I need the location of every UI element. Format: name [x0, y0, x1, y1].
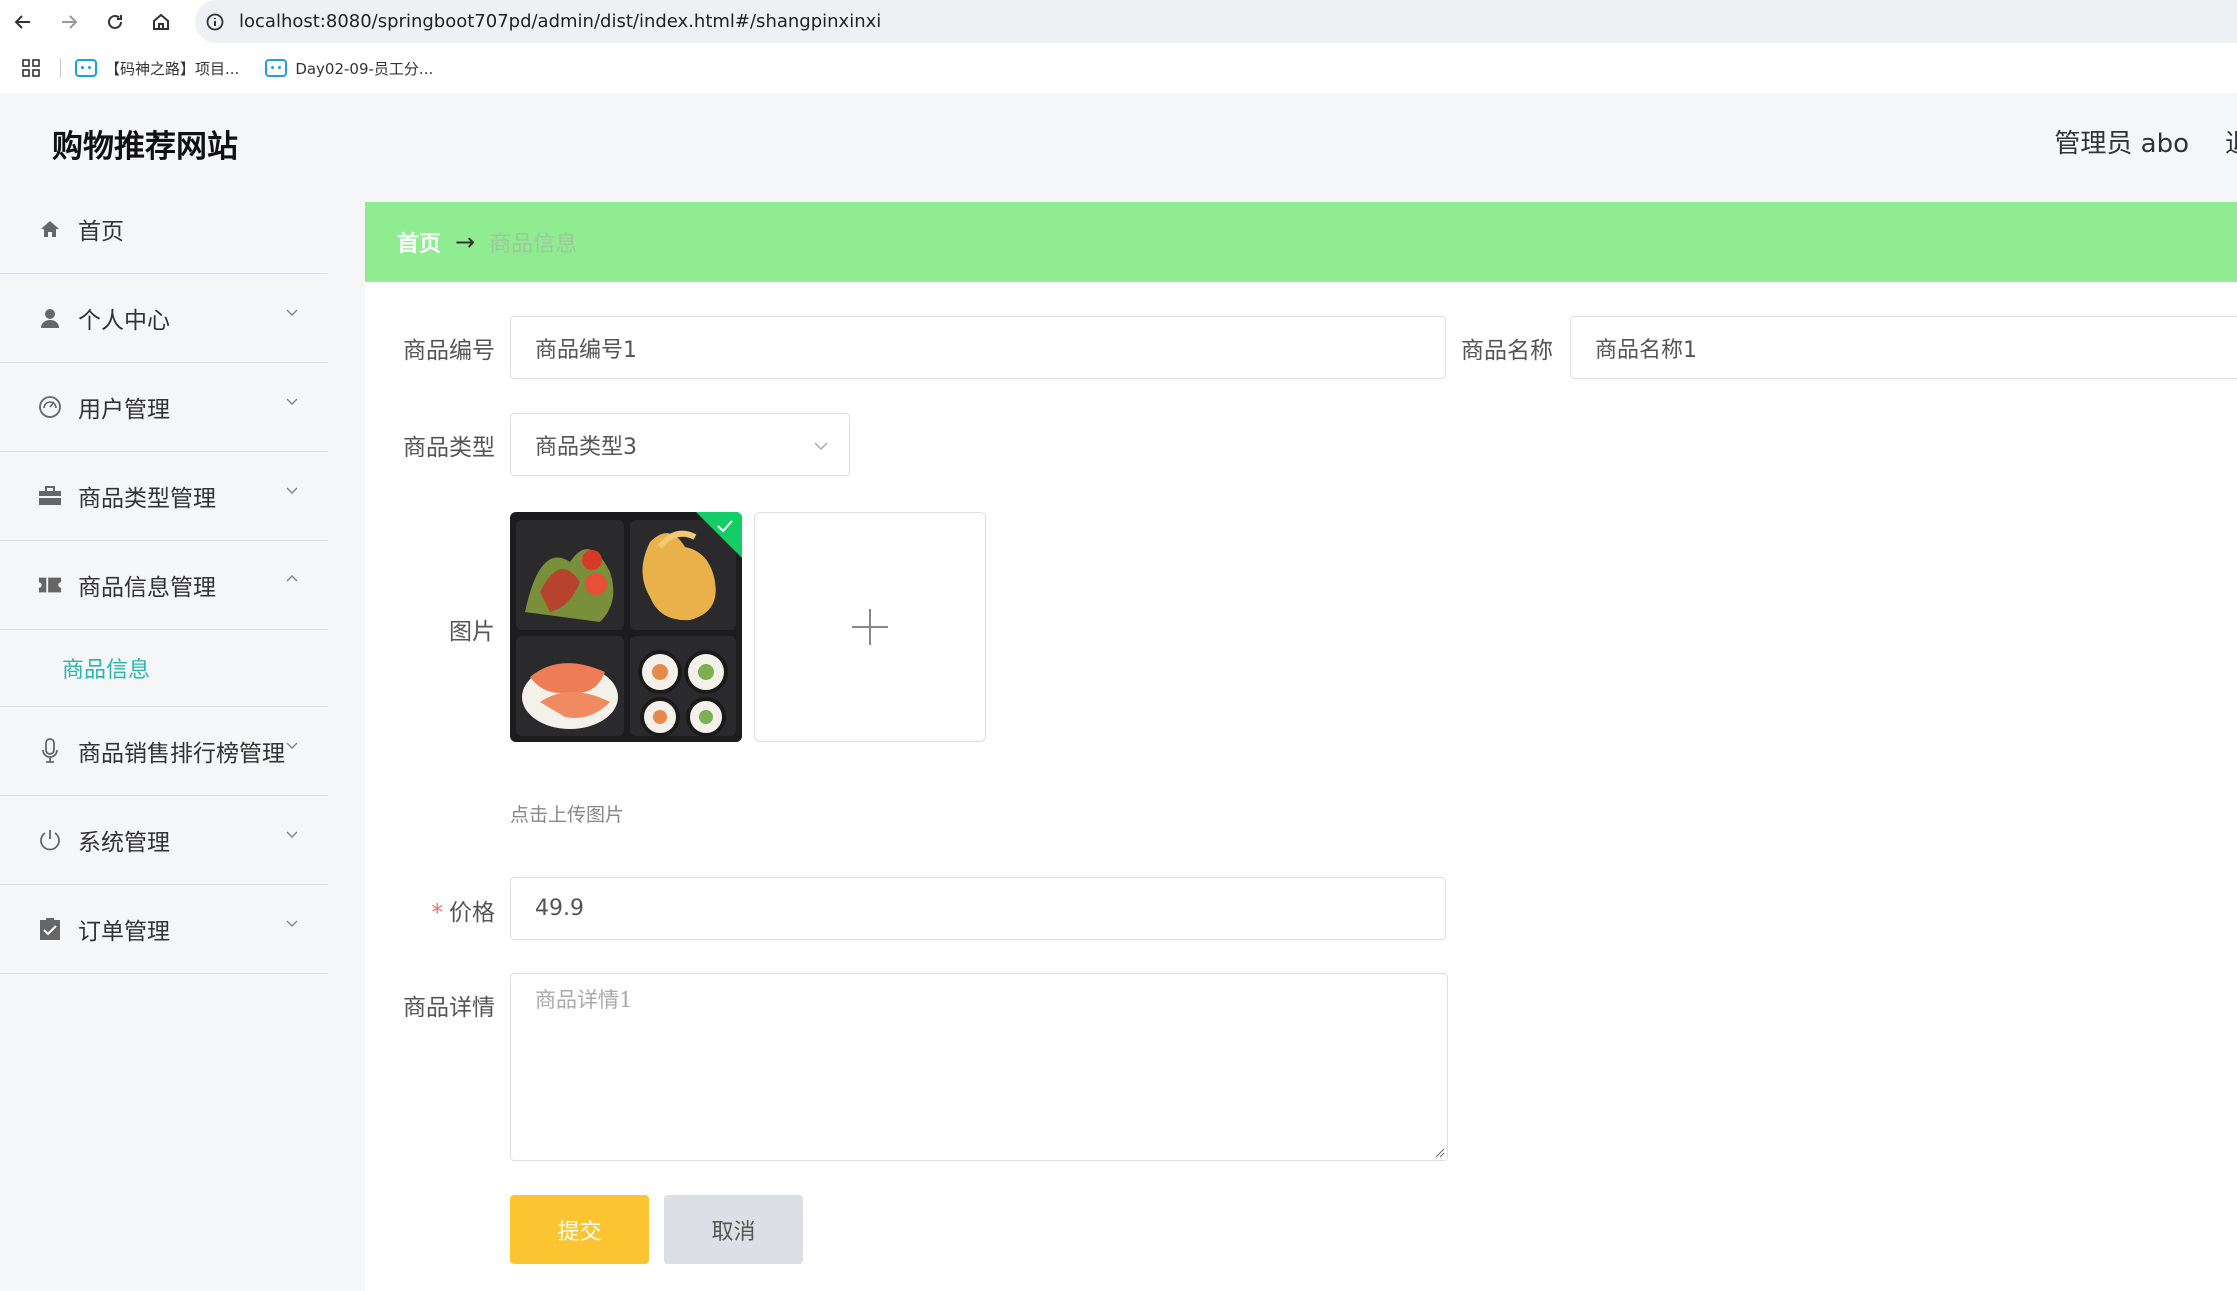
url-text: localhost:8080/springboot707pd/admin/dis… [239, 11, 882, 32]
briefcase-icon [38, 484, 62, 508]
chevron-up-icon [286, 574, 298, 582]
current-user: 管理员 abo [2054, 129, 2189, 159]
sidebar-item-label: 系统管理 [78, 830, 170, 856]
chevron-down-icon [286, 487, 298, 495]
bookmark-label: 【码神之路】项目... [105, 59, 240, 78]
upload-tip: 点击上传图片 [510, 804, 625, 826]
sidebar-item-label: 个人中心 [78, 308, 170, 334]
uploaded-image-thumbnail[interactable] [510, 512, 742, 742]
breadcrumb-arrow: → [455, 228, 476, 256]
submit-button[interactable]: 提交 [510, 1195, 649, 1264]
microphone-icon [38, 738, 62, 763]
sidebar-item-product-info[interactable]: 商品信息管理 [0, 541, 328, 630]
arrow-left-icon [14, 14, 30, 29]
breadcrumb: 首页 → 商品信息 [365, 202, 2237, 282]
back-button[interactable] [0, 0, 46, 43]
user-icon [38, 306, 62, 330]
upload-button[interactable] [754, 512, 986, 742]
sidebar-item-label: 订单管理 [78, 919, 170, 945]
apps-icon[interactable] [22, 59, 40, 77]
product-code-input[interactable]: 商品编号1 [510, 316, 1446, 379]
submenu-item-product-info[interactable]: 商品信息 [0, 630, 328, 707]
home-button[interactable] [138, 0, 184, 43]
price-input[interactable]: 49.9 [510, 877, 1446, 940]
bookmark-label: Day02-09-员工分... [295, 59, 434, 78]
breadcrumb-home[interactable]: 首页 [397, 226, 441, 258]
chevron-down-icon [286, 309, 298, 317]
home-icon [38, 217, 62, 241]
sidebar: 首页 个人中心 用户管理 商品类型管理 商品信息管理 商品信息 商品销售排行榜管… [0, 185, 328, 1291]
bookmark-item[interactable]: 【码神之路】项目... [75, 58, 239, 79]
bookmark-item[interactable]: Day02-09-员工分... [265, 58, 433, 79]
browser-toolbar: localhost:8080/springboot707pd/admin/dis… [0, 0, 2237, 43]
sidebar-item-label: 商品销售排行榜管理 [78, 741, 285, 767]
sidebar-item-users[interactable]: 用户管理 [0, 363, 328, 452]
chevron-down-icon [814, 442, 828, 451]
site-info-icon[interactable] [195, 12, 235, 32]
chevron-down-icon [286, 742, 298, 750]
clipboard-icon [38, 917, 62, 941]
label-image: 图片 [449, 619, 495, 645]
arrow-right-icon [62, 14, 78, 29]
breadcrumb-current: 商品信息 [489, 232, 578, 257]
detail-textarea[interactable]: 商品详情1 [510, 973, 1448, 1161]
app-header: 购物推荐网站 管理员 abo 退 [0, 93, 2237, 185]
sidebar-item-orders[interactable]: 订单管理 [0, 885, 328, 974]
bookmarks-bar: 【码神之路】项目... Day02-09-员工分... [0, 43, 2237, 93]
product-type-value: 商品类型3 [535, 434, 637, 460]
cancel-button[interactable]: 取消 [664, 1195, 803, 1264]
chevron-down-icon [286, 920, 298, 928]
plus-icon [852, 609, 888, 645]
food-bento-image [510, 512, 742, 742]
sidebar-item-home[interactable]: 首页 [0, 185, 328, 274]
power-icon [38, 828, 62, 852]
label-detail: 商品详情 [403, 995, 495, 1021]
logout-link[interactable]: 退 [2225, 123, 2237, 160]
forward-button[interactable] [46, 0, 92, 43]
sidebar-item-label: 首页 [78, 219, 124, 245]
main-panel: 首页 → 商品信息 商品编号 商品编号1 商品名称 商品名称1 商品类型 商品类… [365, 202, 2237, 1291]
bilibili-icon [75, 59, 97, 77]
product-name-input[interactable]: 商品名称1 [1570, 316, 2237, 379]
label-price: * 价格 [403, 893, 496, 927]
resize-handle-icon[interactable] [1435, 1148, 1445, 1158]
bookmarks-divider [60, 58, 61, 78]
site-title: 购物推荐网站 [52, 129, 238, 165]
label-product-type: 商品类型 [403, 435, 495, 461]
label-product-name: 商品名称 [1461, 338, 1553, 364]
address-bar[interactable]: localhost:8080/springboot707pd/admin/dis… [195, 0, 2237, 43]
label-product-code: 商品编号 [403, 338, 495, 364]
gauge-icon [38, 395, 62, 419]
reload-button[interactable] [92, 0, 138, 43]
house-icon [153, 13, 169, 30]
sidebar-item-personal[interactable]: 个人中心 [0, 274, 328, 363]
product-type-select[interactable]: 商品类型3 [510, 413, 850, 476]
label-price-text: 价格 [449, 900, 495, 926]
sidebar-item-product-types[interactable]: 商品类型管理 [0, 452, 328, 541]
chevron-down-icon [286, 831, 298, 839]
chevron-down-icon [286, 398, 298, 406]
sidebar-item-label: 商品信息管理 [78, 575, 216, 601]
sidebar-item-label: 商品类型管理 [78, 486, 216, 512]
sidebar-item-system[interactable]: 系统管理 [0, 796, 328, 885]
sidebar-item-label: 用户管理 [78, 397, 170, 423]
ticket-icon [38, 573, 62, 597]
reload-icon [108, 14, 122, 29]
sidebar-item-sales-ranking[interactable]: 商品销售排行榜管理 [0, 707, 328, 796]
required-asterisk: * [431, 900, 444, 926]
bilibili-icon [265, 59, 288, 77]
